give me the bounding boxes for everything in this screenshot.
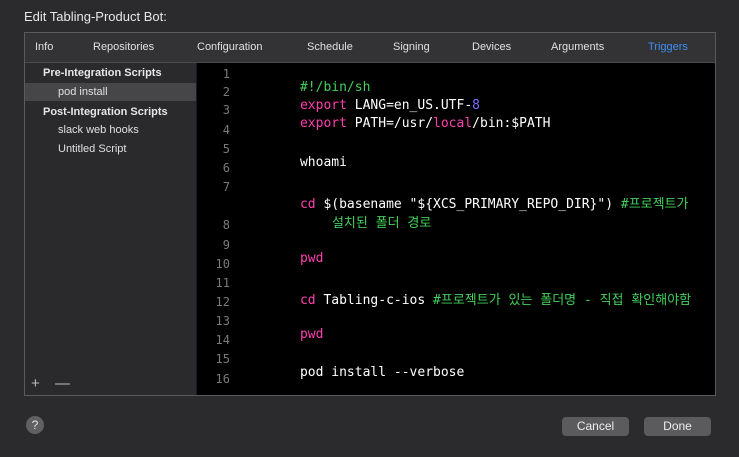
line-number: 11 (215, 276, 230, 290)
line-number: 15 (215, 352, 230, 366)
line-number: 13 (215, 314, 230, 328)
line-number: 5 (222, 142, 230, 156)
line-number: 16 (215, 372, 230, 386)
script-editor[interactable]: 1 2 3 4 5 6 7 8 9 10 11 12 13 14 15 16 #… (197, 63, 715, 395)
tab-configuration[interactable]: Configuration (197, 41, 262, 53)
code-comment: #프로젝트가 (620, 197, 689, 212)
done-button[interactable]: Done (644, 417, 711, 436)
line-number: 10 (215, 257, 230, 271)
keyword-pwd: pwd (299, 327, 324, 342)
tab-triggers[interactable]: Triggers (648, 41, 688, 53)
code-text: /bin:$PATH (472, 116, 551, 131)
script-item-untitled-script[interactable]: Untitled Script (25, 140, 196, 158)
line-number: 3 (222, 103, 230, 117)
line-number: 9 (222, 238, 230, 252)
keyword-pwd: pwd (299, 251, 324, 266)
pre-integration-header: Pre-Integration Scripts (43, 67, 162, 79)
tab-schedule[interactable]: Schedule (307, 41, 353, 53)
tab-repositories[interactable]: Repositories (93, 41, 154, 53)
code-text: PATH=/usr/ (346, 116, 434, 131)
settings-panel: Info Repositories Configuration Schedule… (24, 32, 716, 396)
code-comment: #프로젝트가 있는 폴더명 - 직접 확인해야함 (433, 293, 692, 308)
keyword-export: export (299, 116, 347, 131)
window-title: Edit Tabling-Product Bot: (24, 9, 167, 24)
tab-signing[interactable]: Signing (393, 41, 430, 53)
minus-icon[interactable]: — (55, 376, 70, 391)
code-text: whoami (299, 155, 347, 170)
line-number: 7 (222, 180, 230, 194)
script-sidebar: Pre-Integration Scripts pod install Post… (25, 63, 197, 395)
keyword-cd: cd (299, 293, 316, 308)
line-number: 14 (215, 333, 230, 347)
tab-devices[interactable]: Devices (472, 41, 511, 53)
cancel-button[interactable]: Cancel (562, 417, 629, 436)
code-line-15: pod install --verbose (253, 350, 464, 395)
code-comment: 설치된 폴더 경로 (331, 216, 432, 231)
plus-icon[interactable]: + (31, 376, 40, 391)
script-item-slack-web-hooks[interactable]: slack web hooks (25, 121, 196, 139)
line-number: 12 (215, 295, 230, 309)
script-item-pod-install[interactable]: pod install (25, 83, 196, 101)
code-text: Tabling-c-ios (315, 293, 434, 308)
help-button[interactable]: ? (26, 416, 44, 434)
tab-bar: Info Repositories Configuration Schedule… (25, 33, 715, 63)
line-number: 1 (222, 67, 230, 81)
line-number: 6 (222, 161, 230, 175)
keyword-local: local (433, 116, 473, 131)
line-number: 4 (222, 123, 230, 137)
tab-info[interactable]: Info (35, 41, 53, 53)
line-number: 8 (222, 218, 230, 232)
tab-arguments[interactable]: Arguments (551, 41, 604, 53)
post-integration-header: Post-Integration Scripts (43, 106, 168, 118)
code-text: pod install --verbose (299, 365, 465, 380)
line-number: 2 (222, 85, 230, 99)
